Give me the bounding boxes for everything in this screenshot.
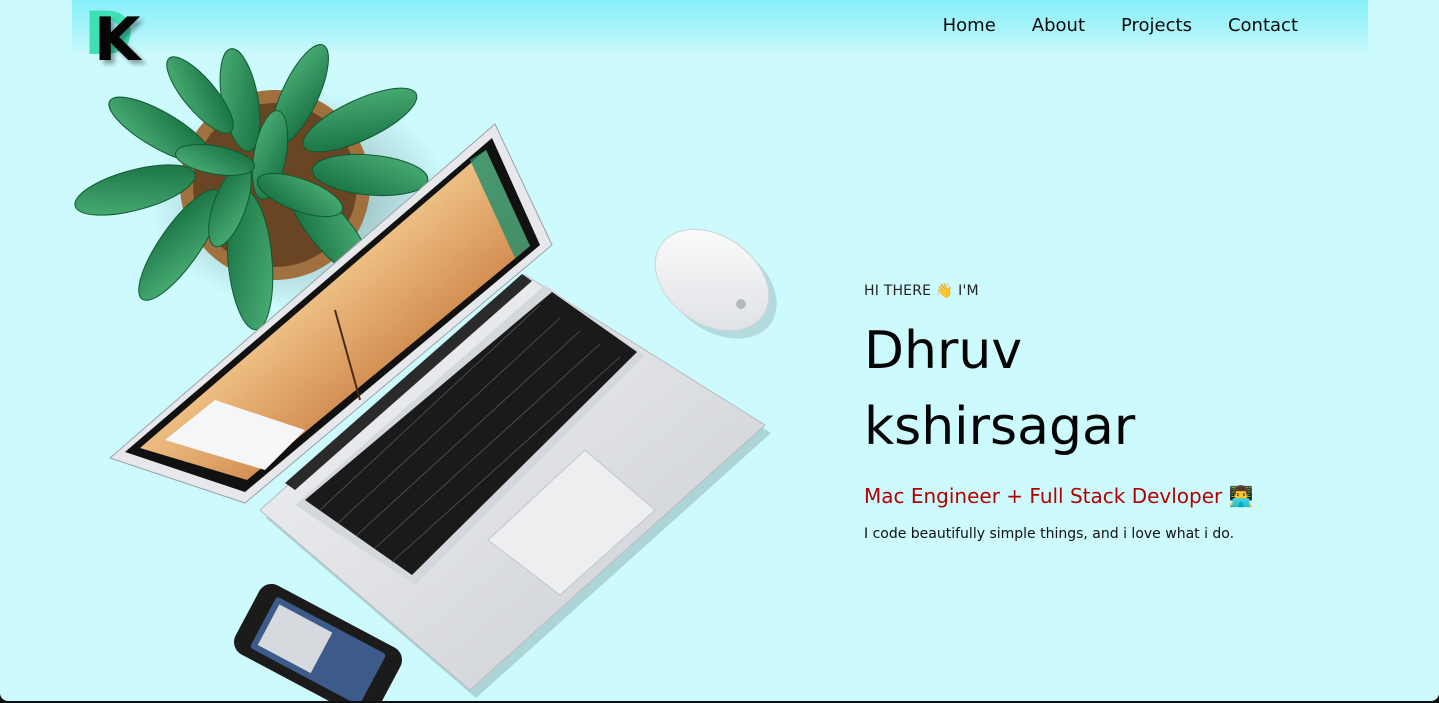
hero-name-line-1: Dhruv xyxy=(864,321,1023,381)
hero-greeting: HI THERE 👋 I'M xyxy=(864,283,979,299)
nav-about-link[interactable]: About xyxy=(1032,14,1085,38)
nav-home-link[interactable]: Home xyxy=(943,14,996,38)
hero-illustration xyxy=(74,44,777,701)
page: D K Home About Projects Contact HI THERE… xyxy=(0,0,1439,701)
nav-projects-link[interactable]: Projects xyxy=(1121,14,1192,38)
hero-tagline: I code beautifully simple things, and i … xyxy=(864,526,1235,542)
hero-name: Dhruv kshirsagar xyxy=(864,313,1384,465)
nav-contact-link[interactable]: Contact xyxy=(1228,14,1298,38)
hero-role: Mac Engineer + Full Stack Devloper 👨‍💻 xyxy=(864,484,1254,508)
nav-links: Home About Projects Contact xyxy=(943,14,1298,38)
mouse-illustration xyxy=(654,228,777,339)
hero-text: HI THERE 👋 I'M Dhruv kshirsagar Mac Engi… xyxy=(864,282,1384,543)
hero-name-line-2: kshirsagar xyxy=(864,397,1136,457)
